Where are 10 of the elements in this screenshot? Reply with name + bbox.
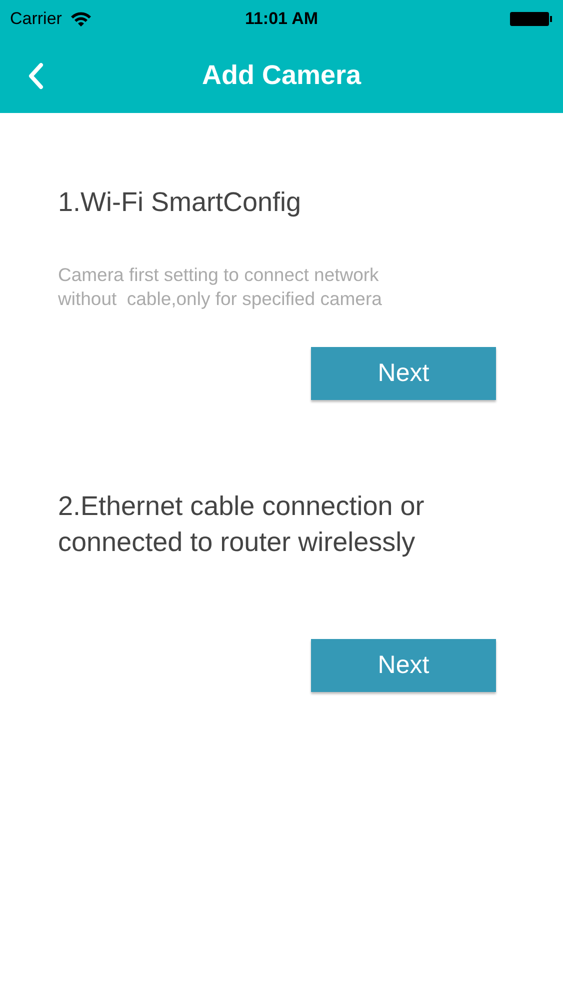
status-time: 11:01 AM xyxy=(244,8,318,30)
option-description: Camera first setting to connect network without cable,only for specified camera xyxy=(58,263,383,311)
next-button[interactable]: Next xyxy=(311,639,496,692)
option-title: 1.Wi-Fi SmartConfig xyxy=(58,186,302,219)
option-title: 2.Ethernet cable connection or connected to router wirelessly xyxy=(58,490,426,559)
wifi-icon xyxy=(70,11,92,27)
carrier-label: Carrier xyxy=(10,8,62,30)
next-button[interactable]: Next xyxy=(311,347,496,400)
screen-title: Add Camera xyxy=(202,59,362,92)
battery-icon xyxy=(509,11,553,27)
